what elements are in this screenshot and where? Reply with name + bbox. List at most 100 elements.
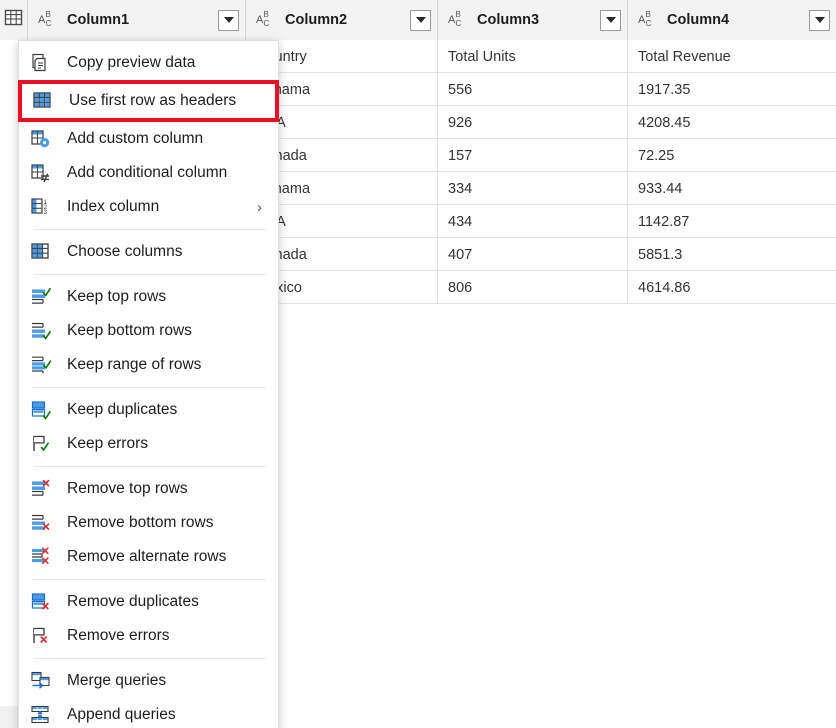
menu-separator [33,466,266,467]
abc-text-type-icon: ABC [38,8,60,33]
menu-item-label: Keep errors [67,435,148,453]
column-filter-button-4[interactable] [809,10,830,31]
choose-columns-icon [29,240,53,264]
svg-text:B: B [264,10,269,19]
menu-item-add-custom-column[interactable]: Add custom column [19,122,278,156]
menu-item-index-column[interactable]: 123 Index column › [19,190,278,224]
menu-item-label: Remove duplicates [67,593,199,611]
menu-item-remove-duplicates[interactable]: Remove duplicates [19,585,278,619]
menu-item-keep-duplicates[interactable]: Keep duplicates [19,393,278,427]
menu-item-label: Index column [67,198,159,216]
menu-item-merge-queries[interactable]: Merge queries [19,664,278,698]
menu-separator [33,274,266,275]
menu-item-label: Remove alternate rows [67,548,226,566]
column-header-label: Column4 [667,12,802,28]
cell-column4[interactable]: 5851.3 [628,238,836,271]
column-filter-button-1[interactable] [218,10,239,31]
merge-queries-icon [29,669,53,693]
chevron-down-icon [815,17,825,23]
column-filter-button-2[interactable] [410,10,431,31]
cell-column4[interactable]: 1917.35 [628,73,836,106]
cell-column3[interactable]: 407 [438,238,628,271]
menu-item-label: Remove bottom rows [67,514,213,532]
column-header-2[interactable]: ABCColumn2 [246,0,438,40]
menu-item-label: Keep bottom rows [67,322,192,340]
menu-item-label: Keep top rows [67,288,166,306]
cell-column4[interactable]: Total Revenue [628,40,836,73]
menu-item-add-conditional-column[interactable]: Add conditional column [19,156,278,190]
menu-item-remove-top-rows[interactable]: Remove top rows [19,472,278,506]
menu-item-label: Use first row as headers [69,92,236,110]
remove-top-rows-icon [29,477,53,501]
menu-item-remove-alternate-rows[interactable]: Remove alternate rows [19,540,278,574]
svg-text:B: B [46,10,51,19]
chevron-down-icon [416,17,426,23]
svg-text:C: C [456,19,462,28]
abc-text-type-icon: ABC [256,8,278,33]
remove-errors-icon [29,624,53,648]
cell-column3[interactable]: 157 [438,139,628,172]
cell-column3[interactable]: 334 [438,172,628,205]
menu-item-use-first-row-as-headers[interactable]: Use first row as headers [21,83,276,119]
keep-bottom-rows-icon [29,319,53,343]
menu-item-label: Choose columns [67,243,182,261]
chevron-right-icon: › [257,200,262,215]
cell-column3[interactable]: Total Units [438,40,628,73]
keep-top-rows-icon [29,285,53,309]
cell-column3[interactable]: 926 [438,106,628,139]
power-query-editor-preview: ABC Column1 ABCColumn2ABCColumn3 ABC Column4… [0,0,836,728]
column-filter-button-3[interactable] [600,10,621,31]
menu-item-label: Append queries [67,706,176,724]
keep-range-of-rows-icon [29,353,53,377]
menu-item-keep-errors[interactable]: Keep errors [19,427,278,461]
menu-item-keep-range-of-rows[interactable]: Keep range of rows [19,348,278,382]
cell-column3[interactable]: 434 [438,205,628,238]
remove-alternate-rows-icon [29,545,53,569]
cell-column4[interactable]: 4208.45 [628,106,836,139]
column-header-1[interactable]: ABC Column1 [28,0,246,40]
remove-duplicates-icon [29,590,53,614]
grid-header-row: ABC Column1 ABCColumn2ABCColumn3 ABC Column4 [0,0,836,40]
cell-column4[interactable]: 72.25 [628,139,836,172]
cell-column3[interactable]: 556 [438,73,628,106]
menu-separator [33,579,266,580]
menu-item-keep-top-rows[interactable]: Keep top rows [19,280,278,314]
cell-column4[interactable]: 933.44 [628,172,836,205]
svg-text:C: C [646,19,652,28]
column-header-3[interactable]: ABCColumn3 [438,0,628,40]
use-first-row-headers-icon [31,89,55,113]
add-custom-column-icon [29,127,53,151]
add-conditional-column-icon [29,161,53,185]
column-header-label: Column1 [67,12,211,28]
keep-duplicates-icon [29,398,53,422]
column-header-4[interactable]: ABC Column4 [628,0,836,40]
index-column-icon: 123 [29,195,53,219]
menu-item-copy-preview-data[interactable]: Copy preview data [19,46,278,80]
menu-item-label: Keep range of rows [67,356,201,374]
transform-context-menu[interactable]: Copy preview data Use first row as header… [18,40,279,728]
menu-separator [33,658,266,659]
svg-text:3: 3 [44,210,48,216]
cell-column4[interactable]: 4614.86 [628,271,836,304]
cell-column4[interactable]: 1142.87 [628,205,836,238]
svg-text:B: B [646,10,651,19]
chevron-down-icon [224,17,234,23]
menu-item-label: Copy preview data [67,54,195,72]
menu-item-append-queries[interactable]: Append queries [19,698,278,728]
menu-item-label: Remove top rows [67,480,188,498]
append-queries-icon [29,703,53,727]
menu-item-label: Keep duplicates [67,401,177,419]
menu-item-label: Add conditional column [67,164,227,182]
menu-item-label: Add custom column [67,130,203,148]
select-all-corner-button[interactable] [0,0,28,40]
cell-column3[interactable]: 806 [438,271,628,304]
menu-item-choose-columns[interactable]: Choose columns [19,235,278,269]
abc-text-type-icon: ABC [638,8,660,33]
svg-text:B: B [456,10,461,19]
keep-errors-icon [29,432,53,456]
menu-item-remove-errors[interactable]: Remove errors [19,619,278,653]
menu-item-keep-bottom-rows[interactable]: Keep bottom rows [19,314,278,348]
menu-separator [33,229,266,230]
svg-text:C: C [46,19,52,28]
menu-item-remove-bottom-rows[interactable]: Remove bottom rows [19,506,278,540]
